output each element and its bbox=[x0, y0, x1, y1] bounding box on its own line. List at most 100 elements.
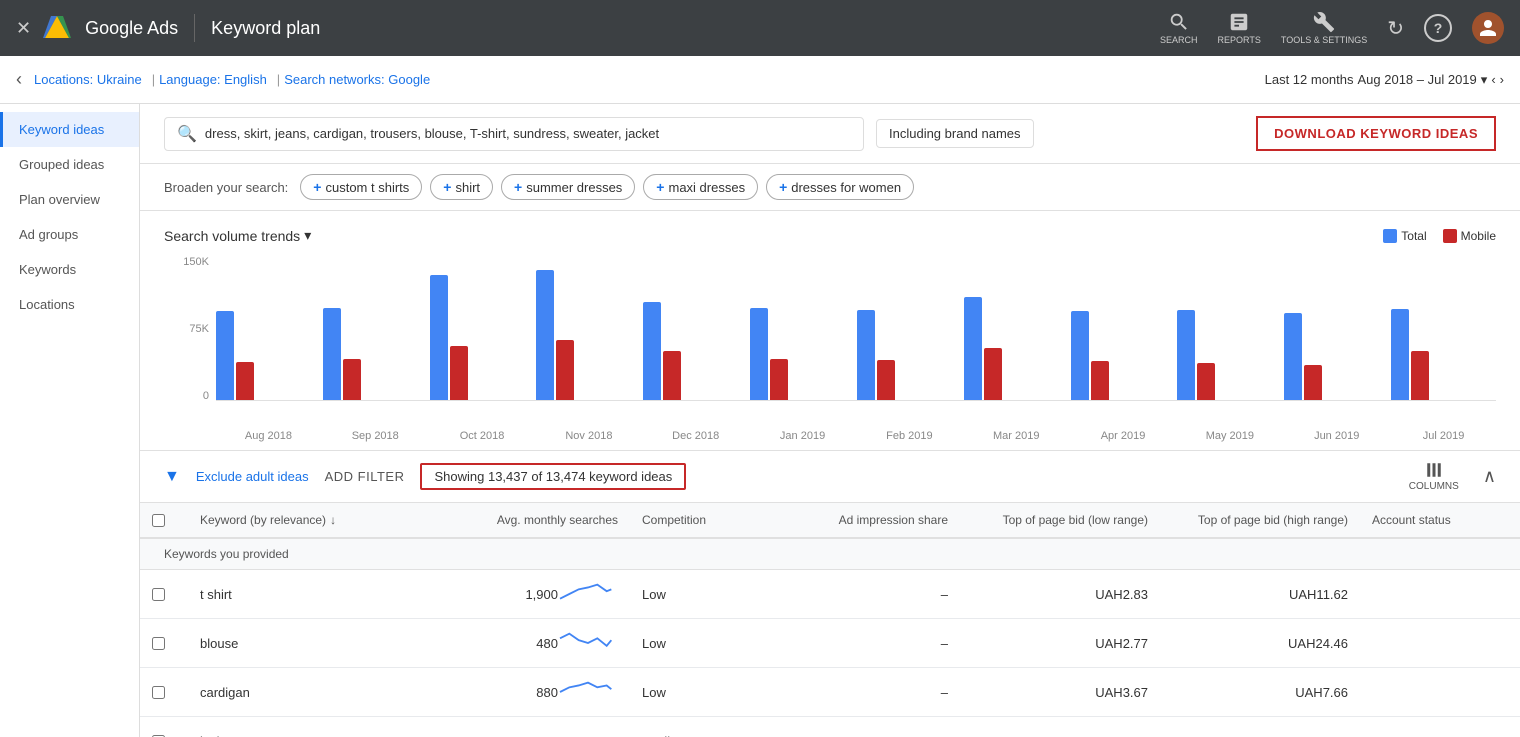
network-filter: Search networks: Google bbox=[284, 72, 430, 87]
table-header: Keyword (by relevance) ↓ Avg. monthly se… bbox=[140, 503, 1520, 539]
ad-impression-value: – bbox=[941, 685, 948, 700]
th-bid-low-label: Top of page bid (low range) bbox=[1003, 513, 1148, 527]
broaden-search-row: Broaden your search: + custom t shirts +… bbox=[140, 164, 1520, 211]
network-value[interactable]: Google bbox=[388, 72, 430, 87]
broaden-chip-1[interactable]: + shirt bbox=[430, 174, 493, 200]
prev-date-button[interactable]: ‹ bbox=[1491, 72, 1495, 87]
back-button[interactable]: ‹ bbox=[16, 69, 22, 90]
language-value[interactable]: English bbox=[224, 72, 267, 87]
sidebar-item-grouped-ideas-label: Grouped ideas bbox=[19, 157, 104, 172]
sidebar-item-plan-overview-label: Plan overview bbox=[19, 192, 100, 207]
bar-group bbox=[964, 297, 1069, 400]
td-competition: Medium bbox=[630, 717, 780, 737]
broaden-chip-0[interactable]: + custom t shirts bbox=[300, 174, 422, 200]
date-range-filter[interactable]: Last 12 months Aug 2018 – Jul 2019 ▾ ‹ › bbox=[1265, 72, 1504, 88]
th-bid-high[interactable]: Top of page bid (high range) bbox=[1160, 503, 1360, 537]
td-checkbox[interactable] bbox=[140, 717, 188, 737]
refresh-button[interactable]: ↻ bbox=[1387, 16, 1404, 41]
chart-title[interactable]: Search volume trends ▾ bbox=[164, 227, 311, 244]
bar-total bbox=[430, 275, 448, 400]
chart-container: 150K 75K 0 bbox=[164, 256, 1496, 426]
bar-mobile bbox=[450, 346, 468, 400]
td-account-status bbox=[1360, 619, 1520, 667]
broaden-chip-4[interactable]: + dresses for women bbox=[766, 174, 914, 200]
td-keyword: t shirt bbox=[188, 570, 450, 618]
bar-group bbox=[536, 270, 641, 400]
sidebar-item-grouped-ideas[interactable]: Grouped ideas bbox=[0, 147, 139, 182]
legend-mobile: Mobile bbox=[1443, 229, 1496, 243]
keyword-text: cardigan bbox=[200, 685, 250, 700]
th-competition[interactable]: Competition bbox=[630, 503, 780, 537]
broaden-chip-2[interactable]: + summer dresses bbox=[501, 174, 635, 200]
tools-nav-button[interactable]: TOOLS & SETTINGS bbox=[1281, 11, 1367, 45]
x-label: Jan 2019 bbox=[750, 430, 855, 442]
table-row: jacket 720 Medium – UAH2.51 UAH7.48 bbox=[140, 717, 1520, 737]
th-keyword[interactable]: Keyword (by relevance) ↓ bbox=[188, 503, 450, 537]
row-checkbox[interactable] bbox=[152, 686, 165, 699]
plus-icon: + bbox=[443, 179, 451, 195]
location-value[interactable]: Ukraine bbox=[97, 72, 142, 87]
search-nav-button[interactable]: SEARCH bbox=[1160, 11, 1198, 45]
bar-mobile bbox=[1091, 361, 1109, 400]
columns-button[interactable]: COLUMNS bbox=[1409, 461, 1459, 492]
mini-chart bbox=[558, 629, 618, 657]
td-checkbox[interactable] bbox=[140, 668, 188, 716]
help-button[interactable]: ? bbox=[1424, 14, 1452, 42]
td-ad-impression: – bbox=[780, 668, 960, 716]
th-keyword-label: Keyword (by relevance) bbox=[200, 513, 326, 527]
search-input[interactable] bbox=[205, 126, 851, 141]
bid-high-value: UAH24.46 bbox=[1288, 636, 1348, 651]
sidebar-item-keyword-ideas-label: Keyword ideas bbox=[19, 122, 104, 137]
td-bid-low: UAH2.51 bbox=[960, 717, 1160, 737]
th-account-status[interactable]: Account status bbox=[1360, 503, 1520, 537]
broaden-chip-3[interactable]: + maxi dresses bbox=[643, 174, 758, 200]
close-button[interactable]: ✕ bbox=[16, 18, 31, 39]
next-date-button[interactable]: › bbox=[1500, 72, 1504, 87]
avg-searches-value: 720 bbox=[536, 734, 558, 737]
sidebar-item-keywords[interactable]: Keywords bbox=[0, 252, 139, 287]
sidebar-item-plan-overview[interactable]: Plan overview bbox=[0, 182, 139, 217]
bar-total bbox=[1284, 313, 1302, 400]
bar-total bbox=[536, 270, 554, 400]
th-ad-impression[interactable]: Ad impression share bbox=[780, 503, 960, 537]
add-filter-button[interactable]: ADD FILTER bbox=[325, 469, 405, 484]
chart-legend: Total Mobile bbox=[1383, 229, 1496, 243]
bar-mobile bbox=[1411, 351, 1429, 400]
exclude-adult-link[interactable]: Exclude adult ideas bbox=[196, 469, 309, 484]
select-all-checkbox[interactable] bbox=[152, 514, 165, 527]
search-input-wrapper[interactable]: 🔍 bbox=[164, 117, 864, 151]
y-label-75k: 75K bbox=[164, 323, 209, 335]
bid-high-value: UAH7.66 bbox=[1295, 685, 1348, 700]
th-avg-searches[interactable]: Avg. monthly searches bbox=[450, 503, 630, 537]
td-bid-low: UAH3.67 bbox=[960, 668, 1160, 716]
bar-group bbox=[430, 275, 535, 400]
chart-section: Search volume trends ▾ Total Mobile bbox=[140, 211, 1520, 451]
brand-names-button[interactable]: Including brand names bbox=[876, 119, 1034, 148]
th-bid-low[interactable]: Top of page bid (low range) bbox=[960, 503, 1160, 537]
reports-nav-button[interactable]: REPORTS bbox=[1218, 11, 1261, 45]
broaden-search-label: Broaden your search: bbox=[164, 180, 288, 195]
network-label: Search networks: bbox=[284, 72, 384, 87]
td-bid-high: UAH7.48 bbox=[1160, 717, 1360, 737]
google-ads-logo-icon bbox=[41, 12, 73, 44]
table-section: Keyword (by relevance) ↓ Avg. monthly se… bbox=[140, 503, 1520, 737]
td-checkbox[interactable] bbox=[140, 570, 188, 618]
ad-impression-value: – bbox=[941, 734, 948, 737]
td-bid-high: UAH7.66 bbox=[1160, 668, 1360, 716]
collapse-button[interactable]: ∧ bbox=[1483, 466, 1496, 487]
bar-group bbox=[1391, 309, 1496, 400]
section-label: Keywords you provided bbox=[140, 539, 1520, 570]
sidebar-item-locations[interactable]: Locations bbox=[0, 287, 139, 322]
row-checkbox[interactable] bbox=[152, 588, 165, 601]
x-label: Oct 2018 bbox=[430, 430, 535, 442]
download-button[interactable]: DOWNLOAD KEYWORD IDEAS bbox=[1256, 116, 1496, 151]
user-avatar[interactable] bbox=[1472, 12, 1504, 44]
chart-x-labels: Aug 2018Sep 2018Oct 2018Nov 2018Dec 2018… bbox=[216, 430, 1496, 442]
row-checkbox[interactable] bbox=[152, 637, 165, 650]
sort-icon: ↓ bbox=[330, 513, 336, 527]
td-checkbox[interactable] bbox=[140, 619, 188, 667]
td-keyword: jacket bbox=[188, 717, 450, 737]
sidebar-item-keyword-ideas[interactable]: Keyword ideas bbox=[0, 112, 139, 147]
bar-mobile bbox=[556, 340, 574, 400]
sidebar-item-ad-groups[interactable]: Ad groups bbox=[0, 217, 139, 252]
